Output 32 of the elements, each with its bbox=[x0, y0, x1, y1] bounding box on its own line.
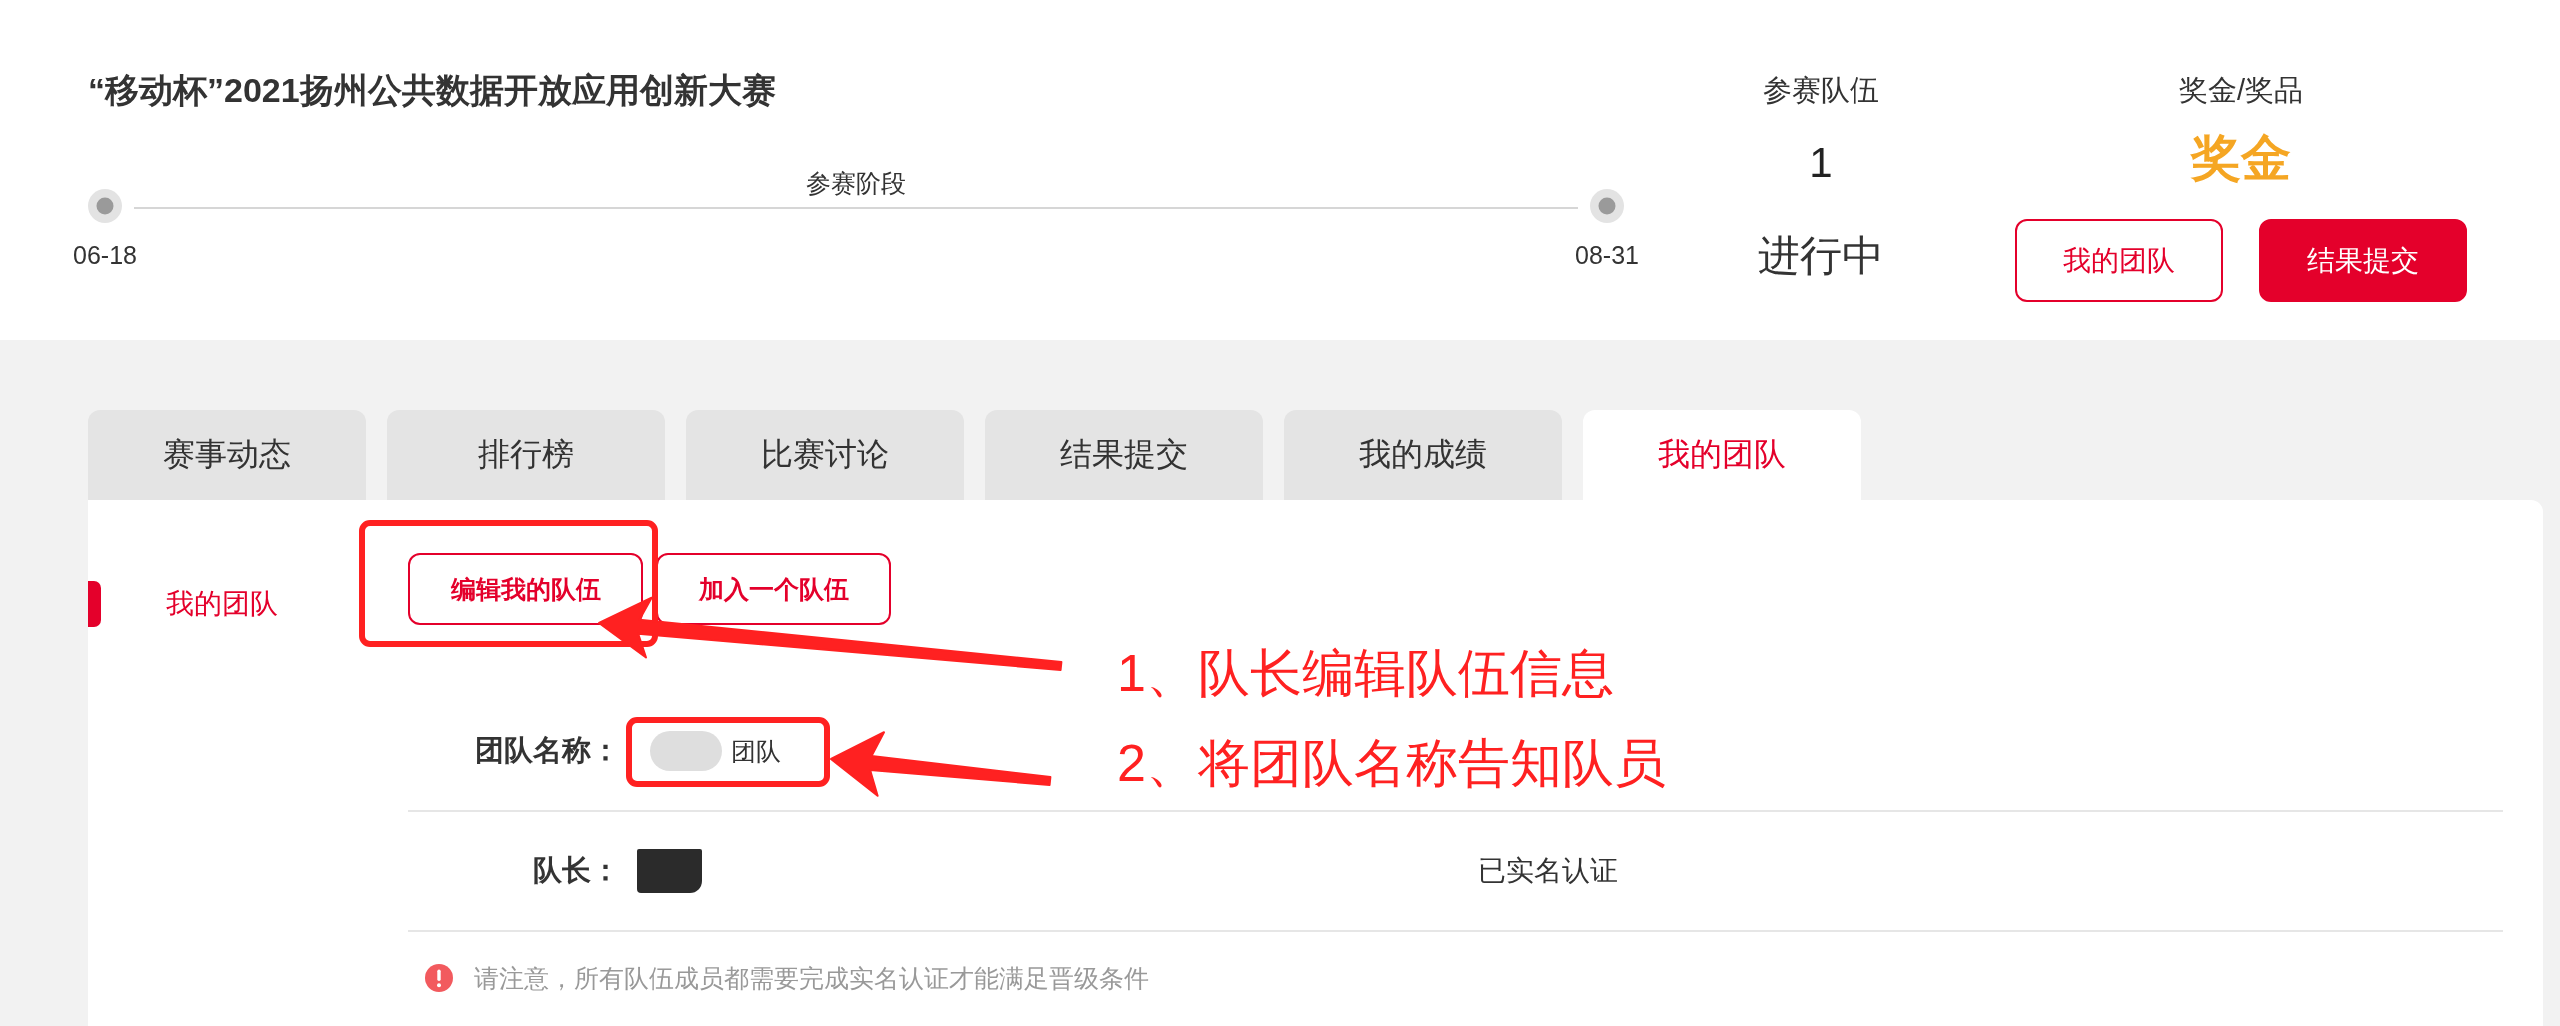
redaction-block bbox=[637, 849, 702, 893]
warning-icon bbox=[425, 964, 453, 992]
join-team-button[interactable]: 加入一个队伍 bbox=[656, 553, 891, 625]
notice-text: 请注意，所有队伍成员都需要完成实名认证才能满足晋级条件 bbox=[474, 963, 1149, 993]
prize-label: 奖金/奖品 bbox=[2178, 73, 2304, 108]
field-label: 团队名称： bbox=[474, 733, 620, 768]
tab[interactable]: 比赛讨论 bbox=[686, 410, 964, 500]
competition-status: 进行中 bbox=[1758, 231, 1884, 281]
team-count: 1 bbox=[1809, 138, 1833, 188]
annotation-text: 2、将团队名称告知队员 bbox=[1117, 733, 1666, 793]
annotation-text: 1、队长编辑队伍信息 bbox=[1117, 643, 1614, 703]
tab[interactable]: 我的成绩 bbox=[1284, 410, 1562, 500]
edit-team-button[interactable]: 编辑我的队伍 bbox=[408, 553, 643, 625]
tab[interactable]: 赛事动态 bbox=[88, 410, 366, 500]
teams-label: 参赛队伍 bbox=[1763, 73, 1879, 108]
tab[interactable]: 排行榜 bbox=[387, 410, 665, 500]
competition-title: “移动杯”2021扬州公共数据开放应用创新大赛 bbox=[88, 70, 776, 110]
phase-label: 参赛阶段 bbox=[806, 168, 906, 198]
verification-status: 已实名认证 bbox=[1478, 854, 1618, 888]
redaction-blur bbox=[650, 731, 722, 771]
end-date: 08-31 bbox=[1575, 240, 1639, 270]
field-label: 队长： bbox=[532, 853, 620, 888]
start-date: 06-18 bbox=[73, 240, 137, 270]
timeline-dot-icon bbox=[88, 189, 122, 223]
tab[interactable]: 结果提交 bbox=[985, 410, 1263, 500]
timeline-dot-icon bbox=[1590, 189, 1624, 223]
side-menu-item[interactable]: 我的团队 bbox=[88, 581, 278, 627]
team-name-value: 团队 bbox=[731, 735, 781, 767]
prize-value: 奖金 bbox=[2191, 130, 2291, 186]
tab[interactable]: 我的团队 bbox=[1583, 410, 1861, 500]
submit-results-button[interactable]: 结果提交 bbox=[2259, 219, 2467, 302]
my-team-button[interactable]: 我的团队 bbox=[2015, 219, 2223, 302]
